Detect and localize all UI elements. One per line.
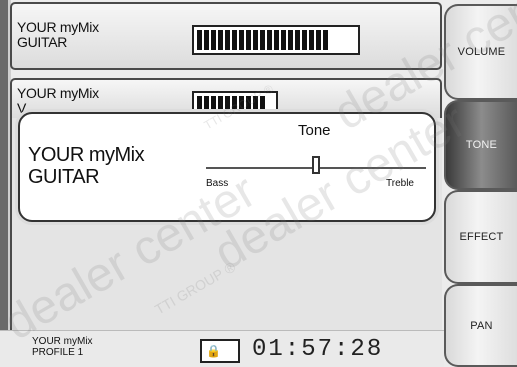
meter-segment [274, 30, 279, 50]
meter-segment [316, 30, 321, 50]
meter-segment [239, 96, 244, 112]
meter-segment [239, 30, 244, 50]
tone-title: Tone [298, 122, 331, 139]
meter-segment [267, 30, 272, 50]
lock-button[interactable]: 🔒 [200, 339, 240, 363]
meter-segment [232, 96, 237, 112]
meter-segment [197, 96, 202, 112]
mymix-screen: YOUR myMix GUITAR YOUR myMix V YOUR myMi… [0, 0, 517, 367]
meter-segment [246, 30, 251, 50]
meter-segment [204, 96, 209, 112]
meter-segment [260, 30, 265, 50]
meter-segment [225, 30, 230, 50]
popup-name-line1: YOUR myMix [28, 144, 145, 166]
meter-segment [197, 30, 202, 50]
left-bezel [0, 0, 8, 330]
meter-segment [218, 96, 223, 112]
pan-button[interactable]: PAN [444, 284, 517, 367]
meter-segment [281, 30, 286, 50]
profile-line1: YOUR myMix [32, 336, 93, 347]
meter-segment [253, 30, 258, 50]
meter-segment [323, 30, 328, 50]
channel-name-line2: GUITAR [17, 34, 68, 50]
lock-icon: 🔒 [206, 344, 221, 358]
popup-channel-name: YOUR myMix GUITAR [28, 144, 145, 188]
meter-segment [225, 96, 230, 112]
channel-name-line1: YOUR myMix [17, 85, 99, 101]
slider-min-label: Bass [206, 178, 229, 189]
slider-max-label: Treble [386, 178, 414, 189]
effect-button[interactable]: EFFECT [444, 190, 517, 284]
popup-name-line2: GUITAR [28, 166, 100, 188]
meter-segment [204, 30, 209, 50]
meter-segment [302, 30, 307, 50]
meter-segment [211, 30, 216, 50]
channel-name: YOUR myMix GUITAR [17, 20, 99, 50]
meter-segment [253, 96, 258, 112]
channel-strip-guitar[interactable]: YOUR myMix GUITAR [10, 2, 442, 70]
meter-segment [232, 30, 237, 50]
tone-slider-thumb[interactable] [312, 156, 320, 174]
meter-segment [309, 30, 314, 50]
meter-segment [288, 30, 293, 50]
tone-popup: YOUR myMix GUITAR Tone Bass Treble [18, 112, 436, 222]
tone-button[interactable]: TONE [444, 100, 517, 190]
meter-segment [246, 96, 251, 112]
level-meter [192, 25, 360, 55]
meter-segment [218, 30, 223, 50]
status-bar: YOUR myMix PROFILE 1 🔒 01:57:28 [0, 330, 444, 367]
volume-button[interactable]: VOLUME [444, 4, 517, 100]
profile-label[interactable]: YOUR myMix PROFILE 1 [32, 336, 93, 358]
meter-segment [260, 96, 265, 112]
time-display: 01:57:28 [252, 336, 384, 363]
channel-name-line1: YOUR myMix [17, 19, 99, 35]
meter-segment [295, 30, 300, 50]
meter-segment [211, 96, 216, 112]
profile-line2: PROFILE 1 [32, 347, 84, 358]
